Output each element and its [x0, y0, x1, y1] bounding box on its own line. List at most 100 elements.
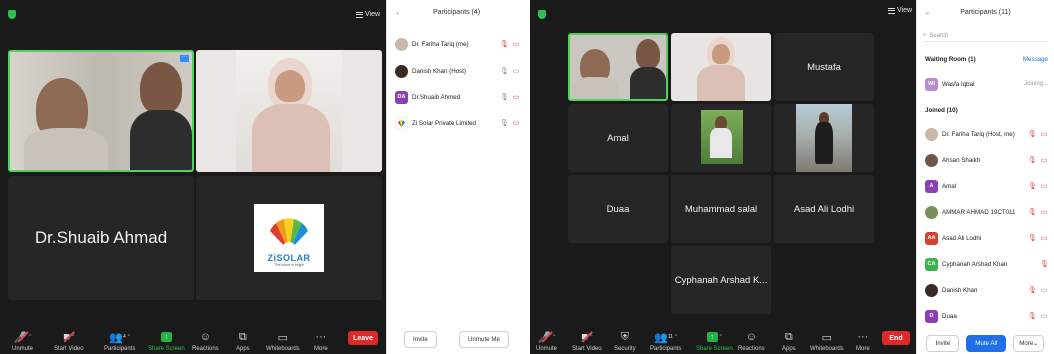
security-shield-icon: [538, 10, 546, 19]
more-button[interactable]: ··· More: [314, 330, 328, 352]
participant-row[interactable]: AMMAR AHMAD 19CT011 🎙 ▭: [925, 204, 1048, 220]
reactions-button[interactable]: ☺ Reactions: [192, 330, 219, 352]
microphone-muted-icon[interactable]: 🎙: [1028, 182, 1037, 190]
participant-row[interactable]: Danish Khan 🎙 ▭: [925, 282, 1048, 298]
unmute-button[interactable]: 🎤^ Unmute: [536, 330, 557, 353]
leave-button[interactable]: Leave: [348, 331, 378, 345]
collapse-chevron-icon[interactable]: ⌄: [925, 9, 930, 16]
microphone-muted-icon[interactable]: 🎙: [1028, 286, 1037, 294]
share-screen-button[interactable]: ↑ ^ Share Screen: [696, 330, 733, 352]
waiting-room-header[interactable]: Waiting Room (1): [925, 56, 976, 63]
avatar: D: [925, 309, 938, 323]
video-tile-duaa[interactable]: Duaa: [568, 175, 668, 243]
more-options-button[interactable]: More⌄: [1013, 334, 1045, 352]
camera-off-icon[interactable]: ▭: [512, 93, 520, 101]
video-tile-cyphanah[interactable]: Cyphanah Arshad K...: [671, 246, 771, 314]
microphone-icon[interactable]: 🎙: [500, 93, 509, 101]
camera-icon[interactable]: ▭: [512, 67, 520, 75]
participants-button[interactable]: 👥 11 ^ Participants: [650, 330, 681, 353]
video-tile-fariha[interactable]: [568, 33, 668, 101]
participant-row[interactable]: AA Asad Ali Lodhi 🎙 ▭: [925, 230, 1048, 246]
apps-button[interactable]: ⧉ Apps: [236, 330, 250, 353]
camera-off-icon[interactable]: ▭: [1040, 234, 1048, 242]
camera-off-icon[interactable]: ▭: [1040, 156, 1048, 164]
view-button[interactable]: View: [356, 11, 380, 18]
video-tile-participant[interactable]: [774, 104, 874, 172]
joined-header[interactable]: Joined (10): [925, 107, 958, 114]
message-button[interactable]: Message: [1023, 56, 1048, 63]
collapse-chevron-icon[interactable]: ⌄: [395, 9, 400, 16]
meeting-toolbar: 🎤^ Unmute ■^ Start Video 👥4^ Participant…: [0, 322, 386, 354]
participant-row[interactable]: Danish Khan (Host) 🎙 ▭: [395, 63, 520, 79]
reactions-button[interactable]: ☺ Reactions: [738, 330, 765, 352]
video-tile-amal[interactable]: Amal: [568, 104, 668, 172]
microphone-muted-icon[interactable]: 🎙: [1040, 260, 1049, 268]
video-tile-muhammad[interactable]: [671, 104, 771, 172]
tile-more-button[interactable]: ···: [180, 54, 189, 62]
unmute-me-button[interactable]: Unmute Me: [458, 330, 509, 348]
participant-row[interactable]: Dr. Fariha Tariq (Host, me) 🎙 ▭: [925, 126, 1048, 142]
waiting-participant-row[interactable]: WI Wasfa Iqbal Joining...: [925, 76, 1048, 92]
share-screen-button[interactable]: ↑ Share Screen: [148, 330, 185, 352]
share-screen-label: Share Screen: [148, 346, 185, 352]
camera-off-icon[interactable]: ▭: [1040, 130, 1048, 138]
apps-button[interactable]: ⧉ Apps: [782, 330, 796, 353]
microphone-muted-icon[interactable]: 🎙: [1028, 156, 1037, 164]
camera-off-icon[interactable]: ▭: [1040, 208, 1048, 216]
start-video-button[interactable]: ■^ Start Video: [54, 330, 84, 352]
video-tile-asad[interactable]: Asad Ali Lodhi: [774, 175, 874, 243]
apps-label: Apps: [236, 346, 250, 352]
video-tile-participant[interactable]: [671, 33, 771, 101]
view-button[interactable]: View: [888, 7, 912, 14]
participant-face: [636, 39, 660, 69]
invite-button[interactable]: Invite: [926, 334, 960, 352]
participants-count: 4: [122, 334, 126, 340]
video-tile-muhammad-salal[interactable]: Muhammad salal: [671, 175, 771, 243]
microphone-muted-icon[interactable]: 🎙: [1028, 312, 1037, 320]
more-dots-icon: ···: [315, 331, 327, 343]
microphone-muted-icon[interactable]: 🎙: [1028, 130, 1037, 138]
more-button[interactable]: ··· More: [856, 330, 870, 352]
profile-photo: [701, 110, 743, 164]
video-tile-shuaib[interactable]: Dr.Shuaib Ahmad: [8, 176, 194, 300]
video-tile-mustafa[interactable]: Mustafa: [774, 33, 874, 101]
start-video-button[interactable]: ■^ Start Video: [572, 330, 602, 352]
video-tile-fariha[interactable]: ···: [8, 50, 194, 172]
participants-icon: 👥: [109, 331, 123, 344]
invite-button[interactable]: Invite: [404, 330, 437, 348]
mute-all-button[interactable]: Mute All: [966, 334, 1007, 352]
profile-photo: [796, 104, 852, 172]
avatar: [395, 64, 408, 78]
search-input[interactable]: ⌕ Search: [923, 30, 1048, 42]
start-video-label: Start Video: [54, 346, 84, 352]
participant-name: AMMAR AHMAD 19CT011: [942, 208, 1016, 216]
whiteboards-button[interactable]: ▭ Whiteboards: [266, 330, 300, 353]
microphone-icon[interactable]: 🎙: [500, 67, 509, 75]
security-button[interactable]: ⛨ Security: [614, 330, 636, 353]
participant-row[interactable]: Dr. Fariha Tariq (me) 🎙 ▭: [395, 36, 520, 52]
participant-row[interactable]: DA Dr.Shuaib Ahmed 🎙 ▭: [395, 89, 520, 105]
participant-row[interactable]: CA Cyphanah Arshad Khan 🎙: [925, 256, 1049, 272]
participant-row[interactable]: D Duaa 🎙 ▭: [925, 308, 1048, 324]
microphone-icon[interactable]: 🎙: [500, 119, 509, 127]
microphone-muted-icon[interactable]: 🎙: [1028, 208, 1037, 216]
participants-button[interactable]: 👥 4 ^ Participants: [104, 330, 135, 353]
whiteboards-button[interactable]: ▭ Whiteboards: [810, 330, 844, 353]
participant-name: Asad Ali Lodhi: [793, 203, 855, 215]
avatar: [925, 153, 938, 167]
video-tile-participant[interactable]: [196, 50, 382, 172]
camera-off-icon[interactable]: ▭: [1040, 182, 1048, 190]
participant-name: Dr. Fariha Tariq (me): [412, 40, 469, 48]
unmute-button[interactable]: 🎤^ Unmute: [12, 330, 33, 353]
participant-row[interactable]: Ahsan Shaikh 🎙 ▭: [925, 152, 1048, 168]
participant-row[interactable]: A Amal 🎙 ▭: [925, 178, 1048, 194]
end-button[interactable]: End: [882, 331, 910, 345]
camera-off-icon[interactable]: ▭: [512, 119, 520, 127]
camera-off-icon[interactable]: ▭: [512, 40, 520, 48]
microphone-muted-icon[interactable]: 🎙: [500, 40, 509, 48]
microphone-muted-icon[interactable]: 🎙: [1028, 234, 1037, 242]
camera-icon[interactable]: ▭: [1040, 312, 1048, 320]
video-tile-zisolar[interactable]: ZiSOLAR The future is bright: [196, 176, 382, 300]
participant-row[interactable]: Zi Solar Private Limited 🎙 ▭: [395, 115, 520, 131]
camera-icon[interactable]: ▭: [1040, 286, 1048, 294]
